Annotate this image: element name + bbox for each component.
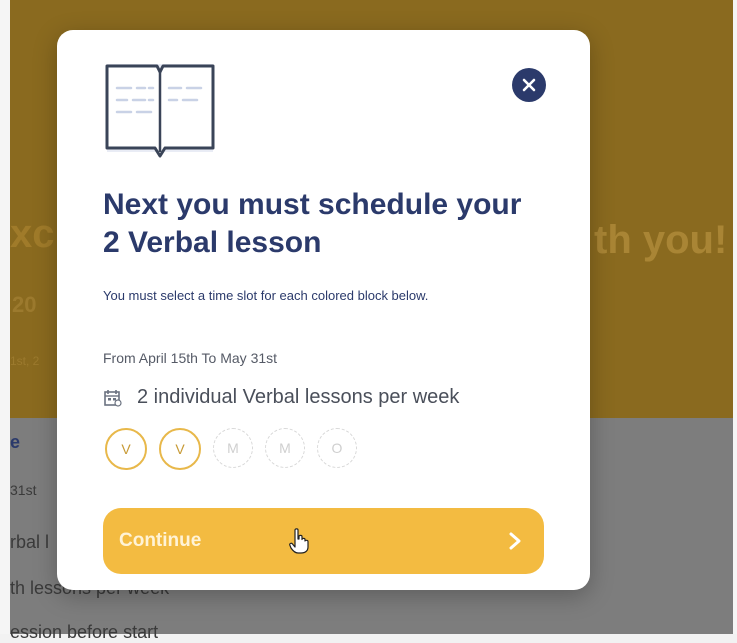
background-line-1: rbal l — [10, 532, 50, 552]
page-edge-right — [733, 0, 737, 634]
lesson-chip[interactable]: V — [105, 428, 147, 470]
lessons-per-week: 2 individual Verbal lessons per week — [103, 386, 459, 409]
background-subheading: 20 — [12, 292, 37, 317]
hand-cursor-icon — [289, 528, 309, 554]
calendar-icon — [104, 389, 122, 407]
lesson-chip: O — [317, 428, 357, 468]
chevron-right-icon — [509, 532, 521, 550]
background-line-3: ession before start — [10, 622, 159, 642]
lesson-chip[interactable]: V — [159, 428, 201, 470]
background-section-date: 31st — [10, 482, 37, 498]
book-icon — [105, 64, 215, 158]
lesson-block-chips: V V M M O — [105, 428, 357, 470]
page-edge-left — [0, 0, 10, 634]
lesson-chip: M — [265, 428, 305, 468]
schedule-lesson-modal: Next you must schedule your 2 Verbal les… — [57, 30, 590, 590]
close-icon — [522, 78, 536, 92]
date-range: From April 15th To May 31st — [103, 350, 278, 366]
modal-title: Next you must schedule your 2 Verbal les… — [103, 188, 522, 259]
background-heading-left: xc — [10, 212, 55, 256]
lessons-text: 2 individual Verbal lessons per week — [137, 386, 460, 408]
background-section-initial: e — [10, 432, 21, 452]
background-heading-right: th you! — [594, 218, 728, 262]
lesson-chip: M — [213, 428, 253, 468]
background-date: 1st, 2 — [10, 354, 40, 368]
modal-subtitle: You must select a time slot for each col… — [103, 288, 429, 303]
close-button[interactable] — [512, 68, 546, 102]
continue-label: Continue — [119, 530, 202, 551]
continue-button[interactable]: Continue — [103, 508, 544, 574]
